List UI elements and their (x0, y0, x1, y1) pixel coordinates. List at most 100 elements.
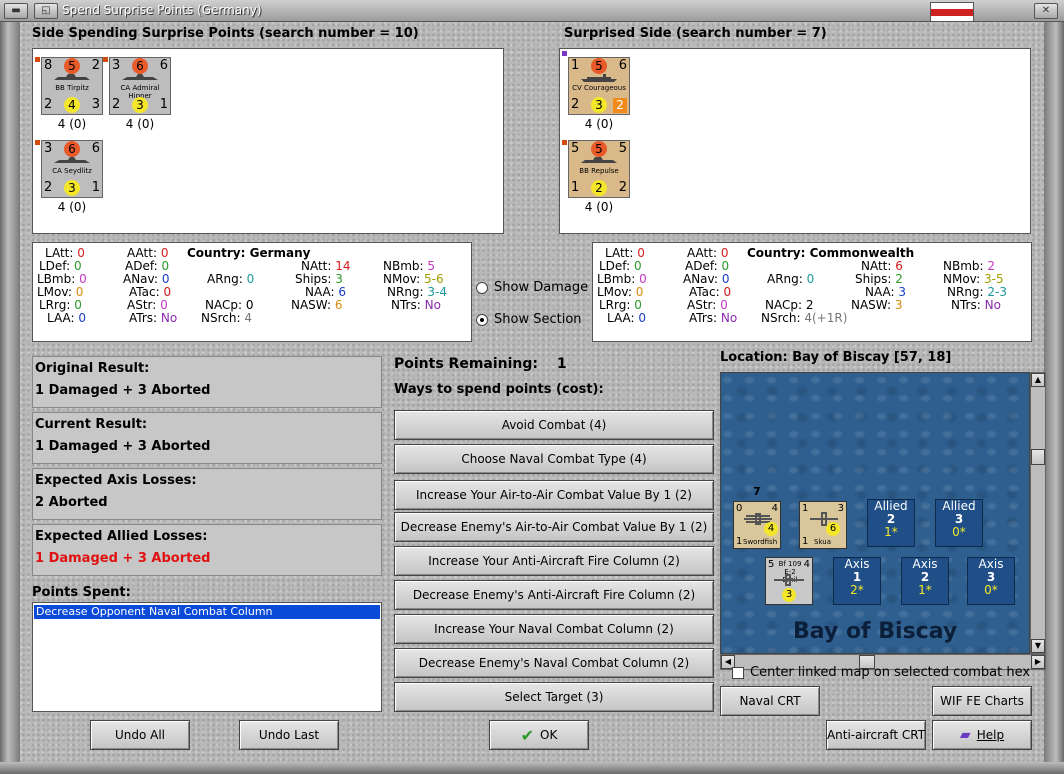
stat-label: NACp: (765, 298, 803, 312)
unit-sub-value: 4 (0) (57, 200, 87, 214)
stat-natt: 14 (335, 259, 351, 273)
decrease-enemy-anti-aircraft-button[interactable]: Decrease Enemy's Anti-Aircraft Fire Colu… (394, 580, 714, 610)
stat-label: NSrch: (201, 311, 241, 325)
select-target-button[interactable]: Select Target (3) (394, 682, 714, 712)
stat-lrng: 0 (74, 298, 82, 312)
scroll-right-icon[interactable]: ▶ (1031, 655, 1045, 669)
undo-all-button[interactable]: Undo All (90, 720, 190, 750)
unit-counter-ca-admiral-hipper[interactable]: 3 6 6 CA Admiral Hipper 2 3 1 (109, 57, 171, 115)
unit-bottom-left: 2 (571, 97, 580, 112)
air-unit-bf109[interactable]: 5 4 Bf 109 E-2 Emil 3 (765, 557, 813, 605)
undo-last-button[interactable]: Undo Last (239, 720, 339, 750)
unit-bottom-center: 3 (64, 180, 80, 196)
air-unit-circle: 3 (782, 588, 796, 602)
stat-label: NSrch: (761, 311, 801, 325)
stat-natt: 6 (895, 259, 903, 273)
frame-left (0, 22, 20, 774)
linked-map[interactable]: 7 0 4 4 1 Swordfish 1 3 6 1 Skua 5 4 Bf … (720, 372, 1030, 654)
unit-top-center: 6 (132, 58, 148, 74)
center-map-option[interactable]: Center linked map on selected combat hex (732, 665, 1030, 680)
stat-label: ANav: (683, 272, 719, 286)
stat-label: Ships: (295, 272, 332, 286)
allied-combat-box-3[interactable]: Allied 3 0* (935, 499, 983, 547)
unit-name: CV Courageous (572, 84, 626, 92)
unit-top-left: 5 (571, 141, 580, 156)
avoid-combat-button[interactable]: Avoid Combat (4) (394, 410, 714, 440)
stats-panel-commonwealth: LAtt: 0 LDef: 0 LBmb: 0 LMov: 0 LRrg: 0 … (592, 242, 1032, 342)
scroll-up-icon[interactable]: ▲ (1031, 373, 1045, 387)
show-damage-radio[interactable] (476, 281, 488, 294)
vertical-scroll-thumb[interactable] (1031, 449, 1045, 465)
unit-counter-ca-seydlitz[interactable]: 3 6 6 CA Seydlitz 2 3 1 (41, 140, 103, 198)
center-map-checkbox[interactable] (732, 666, 744, 679)
country-label: Country: Germany (187, 246, 311, 260)
stat-label: LDef: (39, 259, 71, 273)
scroll-down-icon[interactable]: ▼ (1031, 639, 1045, 653)
stat-atrs: No (720, 311, 738, 325)
increase-naval-combat-button[interactable]: Increase Your Naval Combat Column (2) (394, 614, 714, 644)
stat-label: LAA: (607, 311, 635, 325)
choose-naval-combat-type-button[interactable]: Choose Naval Combat Type (4) (394, 444, 714, 474)
close-button[interactable]: ✕ (1034, 3, 1058, 19)
restore-button[interactable]: ◱ (34, 3, 58, 19)
unit-bottom-left: 1 (571, 180, 580, 195)
decrease-enemy-air-to-air-button[interactable]: Decrease Enemy's Air-to-Air Combat Value… (394, 512, 714, 542)
allied-losses-box: Expected Allied Losses: 1 Damaged + 3 Ab… (32, 524, 382, 576)
increase-air-to-air-button[interactable]: Increase Your Air-to-Air Combat Value By… (394, 480, 714, 510)
points-spent-title: Points Spent: (32, 585, 131, 600)
air-unit-top-right: 4 (803, 559, 810, 570)
points-spent-list[interactable]: Decrease Opponent Naval Combat Column (32, 602, 382, 712)
title-bar: ▬ ◱ Spend Surprise Points (Germany) ✕ (0, 0, 1064, 22)
unit-sub-value: 4 (0) (584, 117, 614, 131)
stat-label: ARng: (767, 272, 803, 286)
show-section-radio[interactable] (476, 313, 488, 326)
stat-label: NACp: (205, 298, 243, 312)
battleship-icon (54, 74, 90, 80)
unit-top-right: 6 (91, 141, 100, 156)
air-unit-swordfish[interactable]: 0 4 4 1 Swordfish (733, 501, 781, 549)
axis-combat-box-1[interactable]: Axis 1 2* (833, 557, 881, 605)
stat-label: ADef: (125, 259, 158, 273)
sea-area-label: Bay of Biscay (793, 619, 958, 644)
hex-sub: 1* (918, 583, 932, 597)
show-section-option[interactable]: Show Section (476, 312, 582, 327)
show-damage-option[interactable]: Show Damage (476, 280, 588, 295)
stat-lbmb: 0 (639, 272, 647, 286)
window-title: Spend Surprise Points (Germany) (62, 3, 262, 17)
increase-anti-aircraft-button[interactable]: Increase Your Anti-Aircraft Fire Column … (394, 546, 714, 576)
allied-losses-value: 1 Damaged + 3 Aborted (35, 551, 211, 566)
unit-marker (35, 140, 40, 145)
points-spent-item[interactable]: Decrease Opponent Naval Combat Column (34, 605, 380, 619)
axis-combat-box-2[interactable]: Axis 2 1* (901, 557, 949, 605)
anti-aircraft-crt-button[interactable]: Anti-aircraft CRT (826, 720, 926, 750)
stat-laa: 0 (638, 311, 647, 325)
allied-combat-box-2[interactable]: Allied 2 1* (867, 499, 915, 547)
unit-bottom-center: 4 (64, 97, 80, 113)
unit-counter-bb-tirpitz[interactable]: 8 5 2 BB Tirpitz 2 4 3 (41, 57, 103, 115)
ok-button[interactable]: ✔ OK (489, 720, 589, 750)
naval-crt-button[interactable]: Naval CRT (720, 686, 820, 716)
stat-anav: 0 (721, 272, 730, 286)
decrease-enemy-naval-combat-button[interactable]: Decrease Enemy's Naval Combat Column (2) (394, 648, 714, 678)
map-vertical-scrollbar[interactable]: ▲ ▼ (1030, 372, 1046, 654)
stat-label: LMov: (597, 285, 632, 299)
surprised-side-header: Surprised Side (search number = 7) (564, 26, 827, 41)
help-button[interactable]: ▰ Help (932, 720, 1032, 750)
unit-name: CA Seydlitz (52, 167, 92, 175)
unit-counter-bb-repulse[interactable]: 5 5 5 BB Repulse 1 2 2 (568, 140, 630, 198)
stat-aatt: 0 (160, 246, 169, 260)
frame-right (1044, 22, 1064, 774)
air-unit-circle: 6 (826, 522, 840, 536)
hex-sub: 0* (984, 583, 998, 597)
window-menu-button[interactable]: ▬ (4, 3, 28, 19)
unit-sub-value: 4 (0) (57, 117, 87, 131)
wif-fe-charts-button[interactable]: WIF FE Charts (932, 686, 1032, 716)
stat-anav: 0 (161, 272, 170, 286)
stat-label: NASW: (851, 298, 892, 312)
axis-combat-box-3[interactable]: Axis 3 0* (967, 557, 1015, 605)
unit-counter-cv-courageous[interactable]: 1 5 6 CV Courageous 2 3 2 (568, 57, 630, 115)
stat-label: NMov: (383, 272, 421, 286)
unit-top-center: 5 (591, 58, 607, 74)
air-unit-skua[interactable]: 1 3 6 1 Skua (799, 501, 847, 549)
unit-bottom-right: 1 (91, 180, 100, 195)
